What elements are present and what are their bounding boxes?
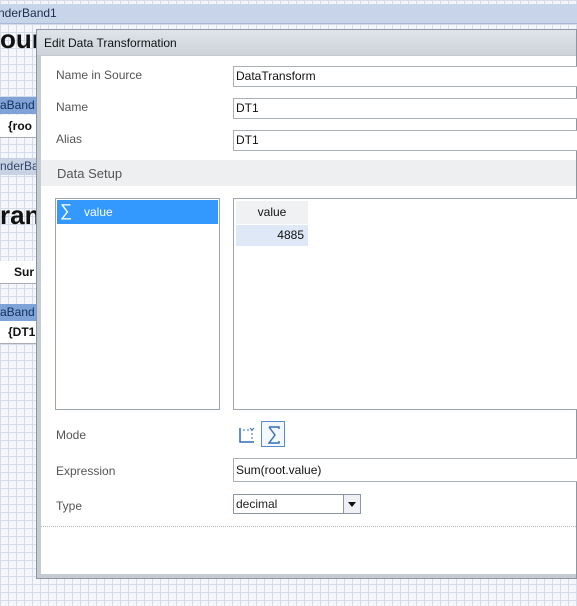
type-select-value: decimal (236, 497, 278, 511)
data-setup-section: Data Setup (41, 160, 576, 186)
name-label: Name (56, 100, 89, 114)
name-field[interactable]: DT1 (233, 98, 577, 119)
name-in-source-label: Name in Source (56, 68, 143, 82)
expression-field[interactable]: Sum(root.value) (233, 458, 577, 482)
data-band-2[interactable]: aBand (0, 304, 36, 321)
list-item-label: value (84, 205, 113, 219)
grid-cell[interactable]: 4885 (236, 225, 308, 246)
type-label: Type (56, 499, 83, 513)
type-select[interactable]: decimal (233, 494, 361, 514)
expression-label: Expression (56, 464, 116, 478)
divider (41, 526, 576, 527)
list-item[interactable]: ∑ value (57, 200, 218, 224)
header-band-label: nderBand1 (0, 6, 57, 20)
dialog-title: Edit Data Transformation (44, 36, 177, 50)
grid-column-header[interactable]: value (236, 201, 308, 224)
sigma-icon: ∑ (60, 201, 73, 220)
alias-label: Alias (56, 132, 83, 146)
data-setup-title: Data Setup (57, 166, 123, 181)
alias-field[interactable]: DT1 (233, 130, 577, 151)
dimension-mode-button[interactable] (233, 421, 257, 447)
preview-grid[interactable]: value 4885 (233, 198, 577, 410)
data-band-1[interactable]: aBand (0, 97, 36, 114)
header-band-1[interactable]: nderBand1 (0, 4, 577, 24)
columns-listbox[interactable]: ∑ value (55, 198, 220, 410)
dialog-body: Name in Source DataTransform Name DT1 Al… (41, 56, 577, 574)
report-title-fragment-2: ran (0, 200, 41, 230)
name-in-source-field[interactable]: DataTransform (233, 66, 577, 87)
edit-data-transformation-dialog: Edit Data Transformation Name in Source … (36, 29, 577, 579)
header-band-2[interactable]: nderBa (0, 158, 36, 175)
summary-mode-button[interactable] (261, 421, 285, 447)
dialog-titlebar[interactable]: Edit Data Transformation (37, 30, 576, 55)
mode-label: Mode (56, 428, 87, 442)
sigma-icon (267, 426, 280, 444)
chevron-down-icon[interactable] (343, 495, 360, 513)
dimension-icon (239, 427, 255, 443)
